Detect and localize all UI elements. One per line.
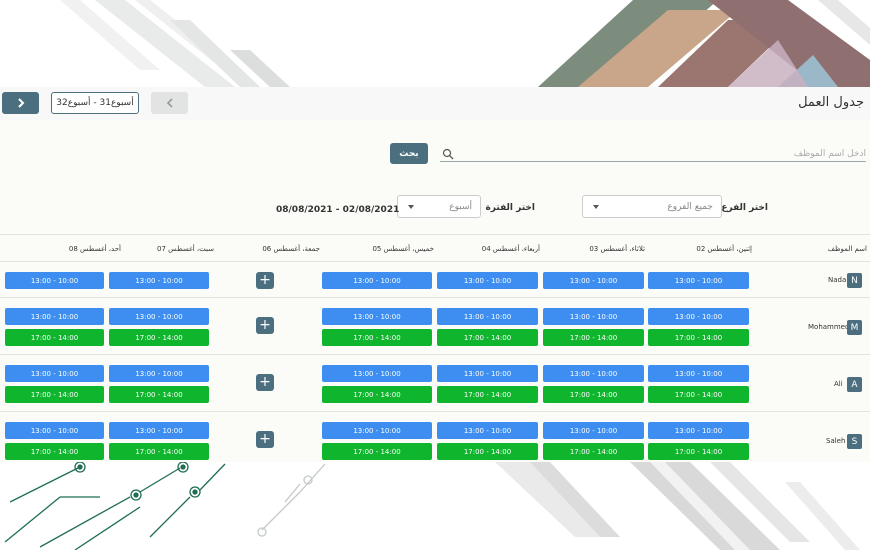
column-header-day: ثلاثاء، أغسطس 03 [589,245,645,253]
shift-morning[interactable]: 13:00 - 10:00 [5,272,104,289]
shift-evening[interactable]: 17:00 - 14:00 [437,386,538,403]
search-underline [440,161,866,162]
shift-morning[interactable]: 13:00 - 10:00 [322,422,432,439]
shift-evening[interactable]: 17:00 - 14:00 [5,329,104,346]
shift-morning[interactable]: 13:00 - 10:00 [109,272,209,289]
shift-morning[interactable]: 13:00 - 10:00 [648,365,749,382]
shift-evening[interactable]: 17:00 - 14:00 [5,386,104,403]
shift-morning[interactable]: 13:00 - 10:00 [543,422,644,439]
next-week-button[interactable] [2,92,39,114]
app-screen: جدول العمل أسبوع31 - أسبوع32 بحث اختر ال… [0,0,870,550]
column-header-day: إثنين، أغسطس 02 [696,245,752,253]
top-bar: جدول العمل أسبوع31 - أسبوع32 [0,87,870,120]
column-header-day: خميس، أغسطس 05 [372,245,434,253]
shift-morning[interactable]: 13:00 - 10:00 [322,272,432,289]
chevron-down-icon [408,205,414,209]
shift-evening[interactable]: 17:00 - 14:00 [109,329,209,346]
shift-evening[interactable]: 17:00 - 14:00 [543,443,644,460]
add-shift-button[interactable]: + [256,317,274,334]
column-header-employee: اسم الموظف [827,245,867,253]
add-shift-button[interactable]: + [256,431,274,448]
shift-morning[interactable]: 13:00 - 10:00 [648,272,749,289]
shift-evening[interactable]: 17:00 - 14:00 [322,386,432,403]
shift-morning[interactable]: 13:00 - 10:00 [437,308,538,325]
shift-evening[interactable]: 17:00 - 14:00 [543,329,644,346]
shift-evening[interactable]: 17:00 - 14:00 [648,329,749,346]
shift-morning[interactable]: 13:00 - 10:00 [322,365,432,382]
column-header-day: جمعة، أغسطس 06 [262,245,320,253]
column-header-day: أربعاء، أغسطس 04 [481,245,540,253]
week-range-label: أسبوع31 - أسبوع32 [51,92,139,114]
branch-select[interactable]: جميع الفروع [582,195,722,218]
shift-morning[interactable]: 13:00 - 10:00 [109,308,209,325]
employee-name: Saleh [826,437,846,445]
shift-evening[interactable]: 17:00 - 14:00 [109,443,209,460]
period-select-value: أسبوع [449,202,472,212]
shift-evening[interactable]: 17:00 - 14:00 [648,443,749,460]
shift-morning[interactable]: 13:00 - 10:00 [322,308,432,325]
schedule-row: Saleh S 13:00 - 10:00 17:00 - 14:00 13:0… [0,411,870,462]
employee-avatar: A [847,377,862,392]
schedule-panel: جدول العمل أسبوع31 - أسبوع32 بحث اختر ال… [0,87,870,462]
schedule-row: Nada N 13:00 - 10:00 13:00 - 10:00 13:00… [0,261,870,297]
shift-morning[interactable]: 13:00 - 10:00 [437,365,538,382]
shift-evening[interactable]: 17:00 - 14:00 [437,329,538,346]
employee-name: Nada [828,276,847,284]
branch-label: اختر الفرع [721,203,768,213]
shift-morning[interactable]: 13:00 - 10:00 [437,422,538,439]
decor-top-right [538,0,870,87]
shift-evening[interactable]: 17:00 - 14:00 [109,386,209,403]
employee-name: Mohammed [808,323,850,331]
shift-morning[interactable]: 13:00 - 10:00 [648,422,749,439]
shift-evening[interactable]: 17:00 - 14:00 [543,386,644,403]
period-label: اختر الفترة [485,203,535,213]
shift-evening[interactable]: 17:00 - 14:00 [437,443,538,460]
employee-search-input[interactable] [440,147,866,161]
shift-morning[interactable]: 13:00 - 10:00 [437,272,538,289]
period-select[interactable]: أسبوع [397,195,481,218]
column-header-day: أحد، أغسطس 08 [68,245,121,253]
shift-morning[interactable]: 13:00 - 10:00 [648,308,749,325]
shift-morning[interactable]: 13:00 - 10:00 [5,422,104,439]
employee-name: Ali [834,380,843,388]
employee-avatar: S [847,434,862,449]
search-button[interactable]: بحث [390,143,428,164]
decor-top-left [0,0,310,87]
employee-avatar: N [847,273,862,288]
column-header-day: سبت، أغسطس 07 [157,245,214,253]
shift-morning[interactable]: 13:00 - 10:00 [543,308,644,325]
shift-evening[interactable]: 17:00 - 14:00 [648,386,749,403]
branch-select-value: جميع الفروع [667,202,713,212]
add-shift-button[interactable]: + [256,374,274,391]
schedule-header-row: اسم الموظف إثنين، أغسطس 02 ثلاثاء، أغسطس… [0,234,870,261]
schedule-row: Ali A 13:00 - 10:00 17:00 - 14:00 13:00 … [0,354,870,411]
shift-morning[interactable]: 13:00 - 10:00 [5,365,104,382]
shift-morning[interactable]: 13:00 - 10:00 [543,365,644,382]
date-range: 08/08/2021 - 02/08/2021 [276,205,400,215]
shift-morning[interactable]: 13:00 - 10:00 [5,308,104,325]
shift-morning[interactable]: 13:00 - 10:00 [109,365,209,382]
schedule-row: Mohammed M 13:00 - 10:00 17:00 - 14:00 1… [0,297,870,354]
employee-avatar: M [847,320,862,335]
chevron-right-icon [17,98,24,108]
shift-evening[interactable]: 17:00 - 14:00 [322,329,432,346]
chevron-down-icon [593,205,599,209]
page-title: جدول العمل [798,95,864,110]
shift-evening[interactable]: 17:00 - 14:00 [322,443,432,460]
decor-circuit [0,462,330,550]
decor-bottom-right [490,462,870,550]
shift-evening[interactable]: 17:00 - 14:00 [5,443,104,460]
shift-morning[interactable]: 13:00 - 10:00 [543,272,644,289]
previous-week-button[interactable] [151,92,188,114]
shift-morning[interactable]: 13:00 - 10:00 [109,422,209,439]
search-icon [442,148,454,160]
chevron-left-icon [166,98,173,108]
add-shift-button[interactable]: + [256,272,274,289]
